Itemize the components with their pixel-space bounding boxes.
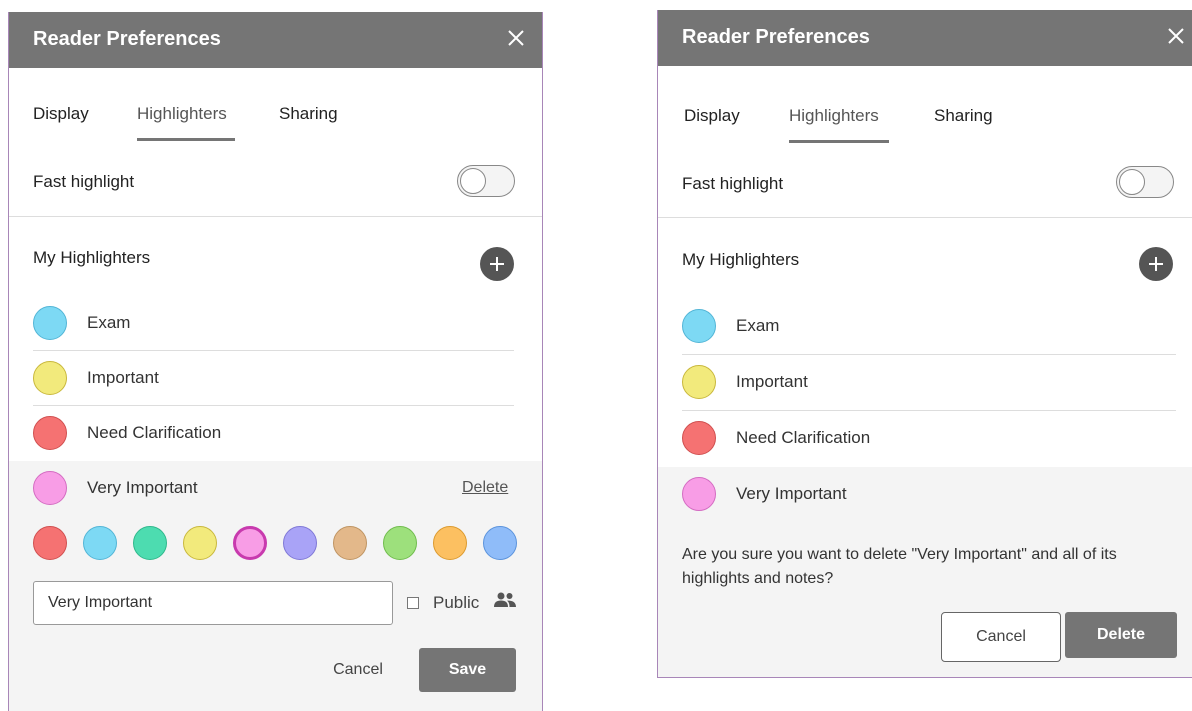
highlighter-label: Exam <box>736 316 780 335</box>
color-swatch <box>33 416 67 450</box>
cancel-button[interactable]: Cancel <box>941 612 1061 662</box>
color-swatch <box>682 309 716 343</box>
save-button[interactable]: Save <box>419 648 516 692</box>
tab-display[interactable]: Display <box>684 106 740 126</box>
color-option-red[interactable] <box>33 526 67 560</box>
tab-highlighters[interactable]: Highlighters <box>137 104 227 124</box>
highlighter-label: Need Clarification <box>736 428 871 447</box>
highlighter-item-important[interactable]: Important <box>682 355 1176 411</box>
color-swatch <box>33 471 67 505</box>
section-divider <box>9 216 542 217</box>
fast-highlight-label: Fast highlight <box>33 172 135 191</box>
highlighter-label: Very Important <box>87 478 198 497</box>
tab-sharing[interactable]: Sharing <box>934 106 993 126</box>
fast-highlight-toggle[interactable] <box>1116 166 1174 198</box>
highlighter-label: Need Clarification <box>87 423 222 442</box>
active-tab-indicator <box>137 138 235 141</box>
close-icon[interactable] <box>504 26 528 50</box>
highlighter-label: Important <box>736 372 808 391</box>
color-option-teal[interactable] <box>133 526 167 560</box>
delete-button[interactable]: Delete <box>1065 612 1177 658</box>
color-option-blue[interactable] <box>83 526 117 560</box>
delete-confirmation-message: Are you sure you want to delete "Very Im… <box>682 546 1117 587</box>
color-option-pink-selected[interactable] <box>233 526 267 560</box>
highlighter-item-need-clarification[interactable]: Need Clarification <box>682 411 1176 467</box>
edit-highlighter-panel: Very Important Delete Public Cancel Save <box>9 461 542 711</box>
delete-link[interactable]: Delete <box>462 479 508 497</box>
highlighter-item-very-important[interactable]: Very Important <box>682 467 1164 523</box>
my-highlighters-label: My Highlighters <box>682 250 800 269</box>
color-swatch <box>682 421 716 455</box>
reader-preferences-dialog-edit: Reader Preferences Display Highlighters … <box>8 12 543 711</box>
public-checkbox[interactable] <box>407 597 419 609</box>
active-tab-indicator <box>789 140 889 143</box>
color-swatch <box>33 306 67 340</box>
people-icon <box>494 592 516 607</box>
tab-bar: Display Highlighters Sharing <box>658 106 1192 146</box>
public-label: Public <box>433 593 480 612</box>
toggle-knob <box>460 168 486 194</box>
color-swatch <box>682 365 716 399</box>
tab-display[interactable]: Display <box>33 104 89 124</box>
toggle-knob <box>1119 169 1145 195</box>
fast-highlight-toggle[interactable] <box>457 165 515 197</box>
my-highlighters-label: My Highlighters <box>33 248 151 267</box>
dialog-title: Reader Preferences <box>682 26 870 48</box>
color-swatch <box>33 361 67 395</box>
color-option-yellow[interactable] <box>183 526 217 560</box>
color-option-green[interactable] <box>383 526 417 560</box>
highlighter-label: Very Important <box>736 484 847 503</box>
cancel-button[interactable]: Cancel <box>323 648 393 692</box>
color-option-orange[interactable] <box>433 526 467 560</box>
color-swatch <box>682 477 716 511</box>
color-option-light-blue[interactable] <box>483 526 517 560</box>
add-highlighter-button[interactable] <box>1139 247 1173 281</box>
highlighter-label: Exam <box>87 313 131 332</box>
tab-highlighters[interactable]: Highlighters <box>789 106 879 126</box>
tab-sharing[interactable]: Sharing <box>279 104 338 124</box>
highlighter-item-very-important[interactable]: Very Important <box>33 461 514 516</box>
highlighter-item-exam[interactable]: Exam <box>33 296 514 351</box>
fast-highlight-label: Fast highlight <box>682 174 784 193</box>
close-icon[interactable] <box>1164 24 1188 48</box>
highlighter-label: Important <box>87 368 159 387</box>
color-option-tan[interactable] <box>333 526 367 560</box>
add-highlighter-button[interactable] <box>480 247 514 281</box>
dialog-title: Reader Preferences <box>33 28 221 50</box>
tab-bar: Display Highlighters Sharing <box>9 104 542 144</box>
dialog-header: Reader Preferences <box>9 12 542 68</box>
highlighter-item-important[interactable]: Important <box>33 351 514 406</box>
delete-confirmation-panel: Very Important Are you sure you want to … <box>658 467 1192 677</box>
highlighter-name-input[interactable] <box>33 581 393 625</box>
highlighter-item-exam[interactable]: Exam <box>682 299 1176 355</box>
dialog-header: Reader Preferences <box>658 10 1192 66</box>
highlighter-item-need-clarification[interactable]: Need Clarification <box>33 406 514 461</box>
section-divider <box>658 217 1192 218</box>
reader-preferences-dialog-confirm: Reader Preferences Display Highlighters … <box>657 10 1192 678</box>
color-option-purple[interactable] <box>283 526 317 560</box>
